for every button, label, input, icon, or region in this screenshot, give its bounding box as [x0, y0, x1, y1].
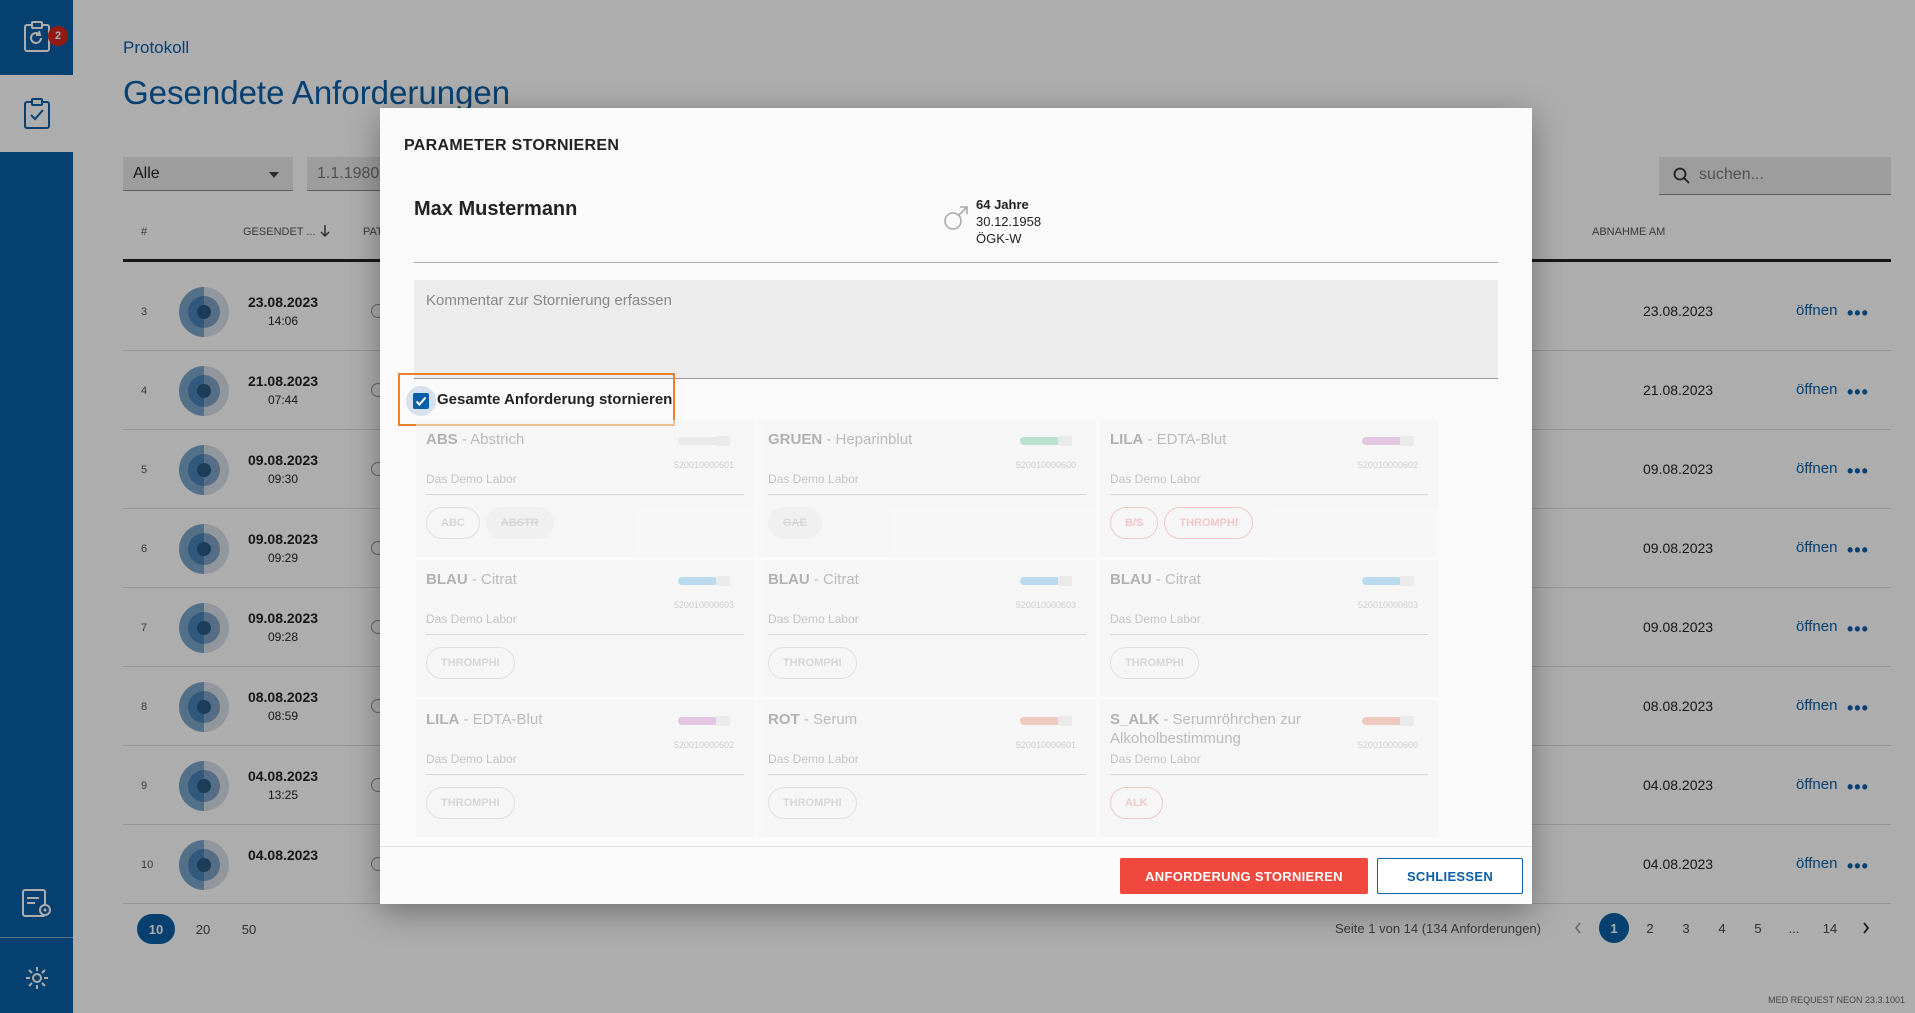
sample-tube-icon	[1362, 436, 1414, 446]
parameter-chip[interactable]: ABSTR	[485, 507, 554, 539]
cancel-parameters-dialog: PARAMETER STORNIEREN Max Mustermann 64 J…	[380, 108, 1532, 904]
sample-name: ROT - Serum	[768, 711, 858, 728]
parameter-chip[interactable]: ABC	[426, 507, 480, 539]
lab-name: Das Demo Labor	[426, 752, 517, 766]
patient-info: 64 Jahre 30.12.1958 ÖGK-W	[976, 196, 1041, 247]
sample-card: LILA - EDTA-Blut 520010000602 Das Demo Lab…	[1100, 420, 1438, 557]
lab-name: Das Demo Labor	[1110, 612, 1201, 626]
sample-card: S_ALK - Serumröhrchen zur Alkoholbestimm…	[1100, 700, 1438, 837]
parameter-chips: THROMPHI	[768, 787, 857, 819]
parameter-chips: ALK	[1110, 787, 1163, 819]
sample-name: BLAU - Citrat	[768, 571, 859, 588]
parameter-chips: ABC ABSTR	[426, 507, 554, 539]
tube-barcode-id: 520010000601	[673, 460, 734, 470]
lab-name: Das Demo Labor	[1110, 472, 1201, 486]
lab-name: Das Demo Labor	[768, 612, 859, 626]
parameter-chip[interactable]: THROMPHI	[1164, 507, 1254, 539]
lab-name: Das Demo Labor	[768, 472, 859, 486]
tube-barcode-id: 520010000601	[1015, 740, 1076, 750]
lab-name: Das Demo Labor	[1110, 752, 1201, 766]
sample-card: BLAU - Citrat 520010000603 Das Demo Labor T…	[1100, 560, 1438, 697]
sample-tube-icon	[1020, 716, 1072, 726]
parameter-chips: THROMPHI	[1110, 647, 1199, 679]
tube-barcode-id: 520010000603	[1015, 600, 1076, 610]
cancel-all-checkbox[interactable]	[406, 386, 436, 416]
cancel-request-button[interactable]: ANFORDERUNG STORNIEREN	[1120, 858, 1368, 894]
parameter-chip[interactable]: B/S	[1110, 507, 1159, 539]
parameter-chip[interactable]: ALK	[1110, 787, 1163, 819]
patient-insurance: ÖGK-W	[976, 231, 1022, 246]
tube-barcode-id: 520010000602	[1357, 460, 1418, 470]
sample-cards-grid: ABS - Abstrich 520010000601 Das Demo Labor…	[416, 420, 1440, 846]
sample-name: LILA - EDTA-Blut	[426, 711, 543, 728]
sample-tube-icon	[1362, 716, 1414, 726]
patient-name: Max Mustermann	[414, 198, 578, 220]
checkbox-checked	[413, 393, 429, 409]
sample-tube-icon	[678, 576, 730, 586]
parameter-chips: GAE	[768, 507, 822, 539]
parameter-chip[interactable]: THROMPHI	[1110, 647, 1199, 679]
sample-name: BLAU - Citrat	[1110, 571, 1201, 588]
sample-tube-icon	[1020, 576, 1072, 586]
male-icon	[944, 206, 968, 230]
parameter-chip[interactable]: THROMPHI	[768, 787, 857, 819]
parameter-chip[interactable]: THROMPHI	[768, 647, 857, 679]
sample-card: BLAU - Citrat 520010000603 Das Demo Labor T…	[758, 560, 1096, 697]
sample-card: GRUEN - Heparinblut 520010000600 Das Demo …	[758, 420, 1096, 557]
sample-name: LILA - EDTA-Blut	[1110, 431, 1227, 448]
tube-barcode-id: 520010000603	[673, 600, 734, 610]
sample-card: BLAU - Citrat 520010000603 Das Demo Labor T…	[416, 560, 754, 697]
sample-card: ABS - Abstrich 520010000601 Das Demo Labor…	[416, 420, 754, 557]
sample-tube-icon	[1362, 576, 1414, 586]
sample-tube-icon	[678, 716, 730, 726]
parameter-chips: B/S THROMPHI	[1110, 507, 1254, 539]
sample-name: S_ALK - Serumröhrchen zur Alkoholbestimm…	[1110, 711, 1301, 747]
parameter-chip[interactable]: THROMPHI	[426, 647, 515, 679]
sample-name: GRUEN - Heparinblut	[768, 431, 913, 448]
parameter-chips: THROMPHI	[426, 787, 515, 819]
tube-barcode-id: 520010000603	[1357, 600, 1418, 610]
dialog-title: PARAMETER STORNIEREN	[404, 137, 620, 154]
sample-tube-icon	[1020, 436, 1072, 446]
sample-name: BLAU - Citrat	[426, 571, 517, 588]
cancel-all-label[interactable]: Gesamte Anforderung stornieren	[437, 391, 672, 408]
parameter-chips: THROMPHI	[768, 647, 857, 679]
patient-age: 64 Jahre	[976, 197, 1029, 212]
sample-card: LILA - EDTA-Blut 520010000602 Das Demo Lab…	[416, 700, 754, 837]
lab-name: Das Demo Labor	[426, 472, 517, 486]
close-button[interactable]: SCHLIESSEN	[1377, 858, 1523, 894]
checkmark-icon	[415, 396, 427, 406]
parameter-chip[interactable]: THROMPHI	[426, 787, 515, 819]
divider	[414, 262, 1498, 263]
cancellation-comment-textarea[interactable]: Kommentar zur Stornierung erfassen	[414, 280, 1498, 379]
lab-name: Das Demo Labor	[426, 612, 517, 626]
lab-name: Das Demo Labor	[768, 752, 859, 766]
sample-tube-icon	[678, 436, 730, 446]
patient-birthdate: 30.12.1958	[976, 214, 1042, 229]
tube-barcode-id: 520010000602	[673, 740, 734, 750]
parameter-chips: THROMPHI	[426, 647, 515, 679]
tube-barcode-id: 520010000600	[1015, 460, 1076, 470]
tube-barcode-id: 520010000600	[1357, 740, 1418, 750]
sample-name: ABS - Abstrich	[426, 431, 525, 448]
parameter-chip[interactable]: GAE	[768, 507, 822, 539]
sample-card: ROT - Serum 520010000601 Das Demo Labor THR…	[758, 700, 1096, 837]
